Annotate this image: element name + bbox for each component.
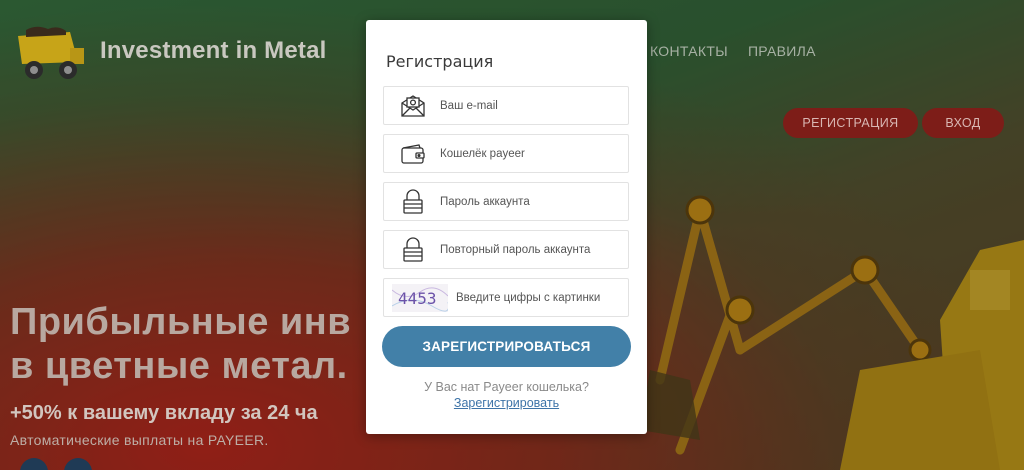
wallet-field[interactable] xyxy=(383,134,629,173)
register-submit-button[interactable]: ЗАРЕГИСТРИРОВАТЬСЯ xyxy=(382,326,631,367)
captcha-text: 4453 xyxy=(398,289,437,308)
wallet-input[interactable] xyxy=(440,147,620,160)
header-login-button[interactable]: ВХОД xyxy=(922,108,1004,138)
captcha-input[interactable] xyxy=(456,291,628,304)
password-field[interactable] xyxy=(383,182,629,221)
register-wallet-link[interactable]: Зарегистрировать xyxy=(366,396,647,410)
hero-note: Автоматические выплаты на PAYEER. xyxy=(10,432,269,448)
password-repeat-input[interactable] xyxy=(440,243,620,256)
email-field[interactable] xyxy=(383,86,629,125)
lock-icon xyxy=(398,236,428,264)
no-wallet-hint: У Вас нат Payeer кошелька? xyxy=(424,380,589,394)
nav-rules[interactable]: ПРАВИЛА xyxy=(748,43,816,59)
hero-title-line1: Прибыльные инв xyxy=(10,301,352,343)
modal-title: Регистрация xyxy=(386,52,494,71)
registration-modal: Регистрация Ваш e-mail Кошелёк payeer 44… xyxy=(366,20,647,434)
site-logo[interactable]: Investment in Metal xyxy=(12,26,327,84)
captcha-image: 4453 xyxy=(391,283,450,312)
nav-contacts[interactable]: КОНТАКТЫ xyxy=(650,43,728,59)
header-register-button[interactable]: РЕГИСТРАЦИЯ xyxy=(783,108,918,138)
password-input[interactable] xyxy=(440,195,620,208)
dump-truck-icon xyxy=(18,26,84,79)
password-repeat-field[interactable] xyxy=(383,230,629,269)
captcha-field[interactable]: 4453 xyxy=(383,278,629,317)
email-input[interactable] xyxy=(440,99,620,112)
envelope-icon xyxy=(398,92,428,120)
hero-title: Прибыльные инв в цветные метал. xyxy=(10,300,351,388)
logo-text: Investment in Metal xyxy=(100,37,327,64)
hero-title-line2: в цветные метал. xyxy=(10,345,348,387)
top-nav: КОНТАКТЫ ПРАВИЛА xyxy=(650,43,816,59)
hero-subtitle: +50% к вашему вкладу за 24 ча xyxy=(10,402,318,424)
wallet-icon xyxy=(398,140,428,168)
lock-icon xyxy=(398,188,428,216)
